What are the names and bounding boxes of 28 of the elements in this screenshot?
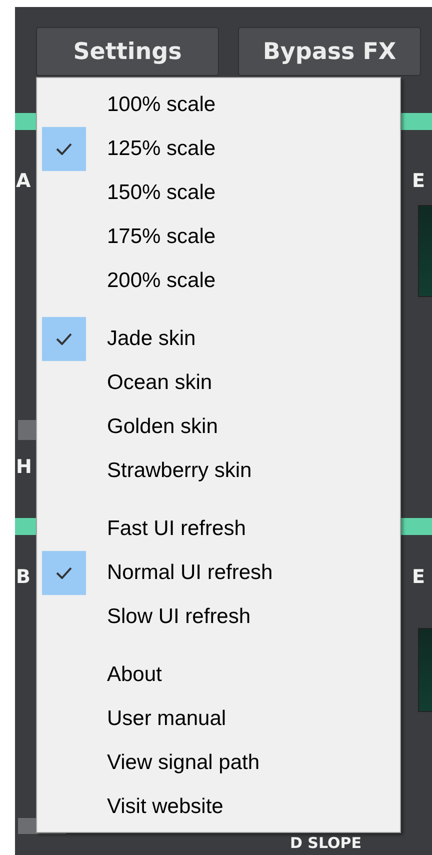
toolbar-button[interactable]: Settings	[36, 27, 219, 76]
section-label: D SLOPE	[290, 836, 362, 851]
menu-item[interactable]: Ocean skin	[37, 361, 400, 405]
menu-item[interactable]: Visit website	[37, 785, 400, 829]
menu-item[interactable]: Fast UI refresh	[37, 507, 400, 551]
menu-item[interactable]: Jade skin	[37, 317, 400, 361]
menu-item[interactable]: 100% scale	[37, 83, 400, 127]
menu-item[interactable]: Strawberry skin	[37, 449, 400, 493]
menu-item[interactable]: 200% scale	[37, 259, 400, 303]
checkmark-icon	[56, 333, 72, 345]
menu-item[interactable]: View signal path	[37, 741, 400, 785]
section-label: E	[412, 172, 425, 191]
section-label: E	[412, 568, 425, 587]
menu-item[interactable]: 125% scale	[37, 127, 400, 171]
menu-item[interactable]: 175% scale	[37, 215, 400, 259]
checkmark-icon	[56, 143, 72, 155]
section-label: A	[16, 172, 31, 191]
toolbar-button[interactable]: Bypass FX	[238, 27, 421, 76]
control-block	[18, 420, 38, 440]
menu-item[interactable]: About	[37, 653, 400, 697]
menu-item[interactable]: User manual	[37, 697, 400, 741]
menu-item[interactable]: 150% scale	[37, 171, 400, 215]
checkmark-icon	[56, 567, 72, 579]
menu-item[interactable]: Slow UI refresh	[37, 595, 400, 639]
section-label: B	[16, 568, 30, 587]
menu-item[interactable]: Golden skin	[37, 405, 400, 449]
menu-item[interactable]: Normal UI refresh	[37, 551, 400, 595]
section-label: H	[16, 458, 32, 477]
